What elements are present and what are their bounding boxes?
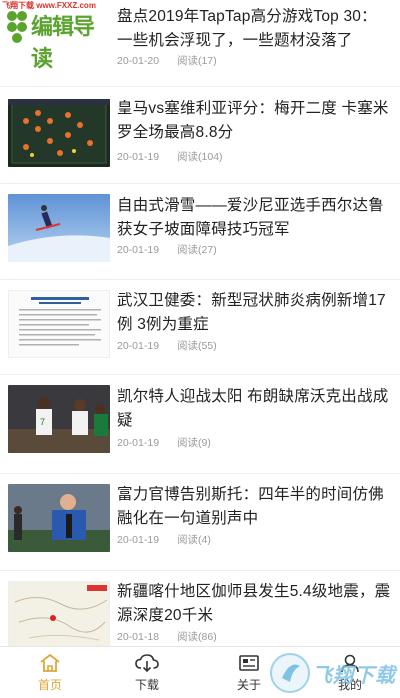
tab-label: 首页 [37,678,62,692]
news-card-icon [239,655,259,671]
thumb-logo-text: 编辑导读 [31,14,95,71]
article-views: 阅读(17) [177,55,217,67]
article-meta: 20-01-19 阅读(4) [117,532,211,547]
article-views: 阅读(104) [177,151,223,163]
article-title[interactable]: 盘点2019年TapTap高分游戏Top 30：一些机会浮现了，一些题材没落了 [117,5,392,53]
article-date: 20-01-20 [117,55,160,67]
earthquake-map-image [9,582,109,646]
article-meta: 20-01-20 阅读(17) [117,53,217,68]
watermark-logo: 飞翔下载 [268,650,400,696]
list-item[interactable]: 新疆喀什地区伽师县发生5.4级地震，震源深度20千米 20-01-18 阅读(86… [0,571,400,646]
skiing-image [8,194,110,262]
article-title[interactable]: 新疆喀什地区伽师县发生5.4级地震，震源深度20千米 [117,580,392,628]
cloud-download-icon [135,654,159,673]
article-views: 阅读(86) [177,631,217,643]
article-thumbnail [8,581,110,646]
article-date: 20-01-18 [117,631,160,643]
article-date: 20-01-19 [117,151,160,163]
svg-text:7: 7 [40,417,45,427]
article-views: 阅读(4) [177,534,211,546]
article-feed: 编辑导读 盘点2019年TapTap高分游戏Top 30：一些机会浮现了，一些题… [0,0,400,646]
article-views: 阅读(55) [177,340,217,352]
article-views: 阅读(9) [177,437,211,449]
basketball-image: 7 [8,385,110,453]
football-coach-image [8,484,110,552]
list-item[interactable]: 编辑导读 盘点2019年TapTap高分游戏Top 30：一些机会浮现了，一些题… [0,0,400,87]
list-item[interactable]: 武汉卫健委：新型冠状肺炎病例新增17例 3例为重症 20-01-19 阅读(55) [0,280,400,375]
tab-label: 下载 [134,678,159,692]
watermark-text: 飞翔下载 www.FXXZ.com [2,1,96,10]
article-date: 20-01-19 [117,437,160,449]
list-item[interactable]: 富力官博告别斯托：四年半的时间仿佛融化在一句道别声中 20-01-19 阅读(4) [0,474,400,571]
watermark-logo-text: 飞翔下载 [312,665,396,687]
football-lineup-image [8,99,110,167]
tab-download[interactable]: 下载 [97,647,197,698]
article-views: 阅读(27) [177,244,217,256]
article-thumbnail [8,194,110,262]
article-title[interactable]: 富力官博告别斯托：四年半的时间仿佛融化在一句道别声中 [117,483,392,531]
article-thumbnail [8,99,110,167]
article-thumbnail: 编辑导读 [0,0,112,76]
article-meta: 20-01-19 阅读(104) [117,149,223,164]
tab-home[interactable]: 首页 [0,647,100,698]
article-title[interactable]: 武汉卫健委：新型冠状肺炎病例新增17例 3例为重症 [117,289,392,337]
article-thumbnail [8,484,110,552]
article-title[interactable]: 皇马vs塞维利亚评分：梅开二度 卡塞米罗全场最高8.8分 [117,97,392,145]
article-meta: 20-01-19 阅读(9) [117,435,211,450]
article-thumbnail [8,290,110,358]
article-meta: 20-01-19 阅读(55) [117,338,217,353]
list-item[interactable]: 7 凯尔特人迎战太阳 布朗缺席沃克出战成疑 20-01-19 阅读(9) [0,375,400,474]
article-date: 20-01-19 [117,534,160,546]
article-date: 20-01-19 [117,244,160,256]
article-title[interactable]: 自由式滑雪——爱沙尼亚选手西尔达鲁获女子坡面障碍技巧冠军 [117,194,392,242]
article-thumbnail: 7 [8,385,110,453]
document-image [9,291,109,357]
article-title[interactable]: 凯尔特人迎战太阳 布朗缺席沃克出战成疑 [117,385,392,433]
article-meta: 20-01-18 阅读(86) [117,629,217,644]
list-item[interactable]: 自由式滑雪——爱沙尼亚选手西尔达鲁获女子坡面障碍技巧冠军 20-01-19 阅读(… [0,184,400,280]
home-icon [40,654,60,672]
list-item[interactable]: 皇马vs塞维利亚评分：梅开二度 卡塞米罗全场最高8.8分 20-01-19 阅读(… [0,87,400,184]
article-date: 20-01-19 [117,340,160,352]
article-meta: 20-01-19 阅读(27) [117,242,217,257]
